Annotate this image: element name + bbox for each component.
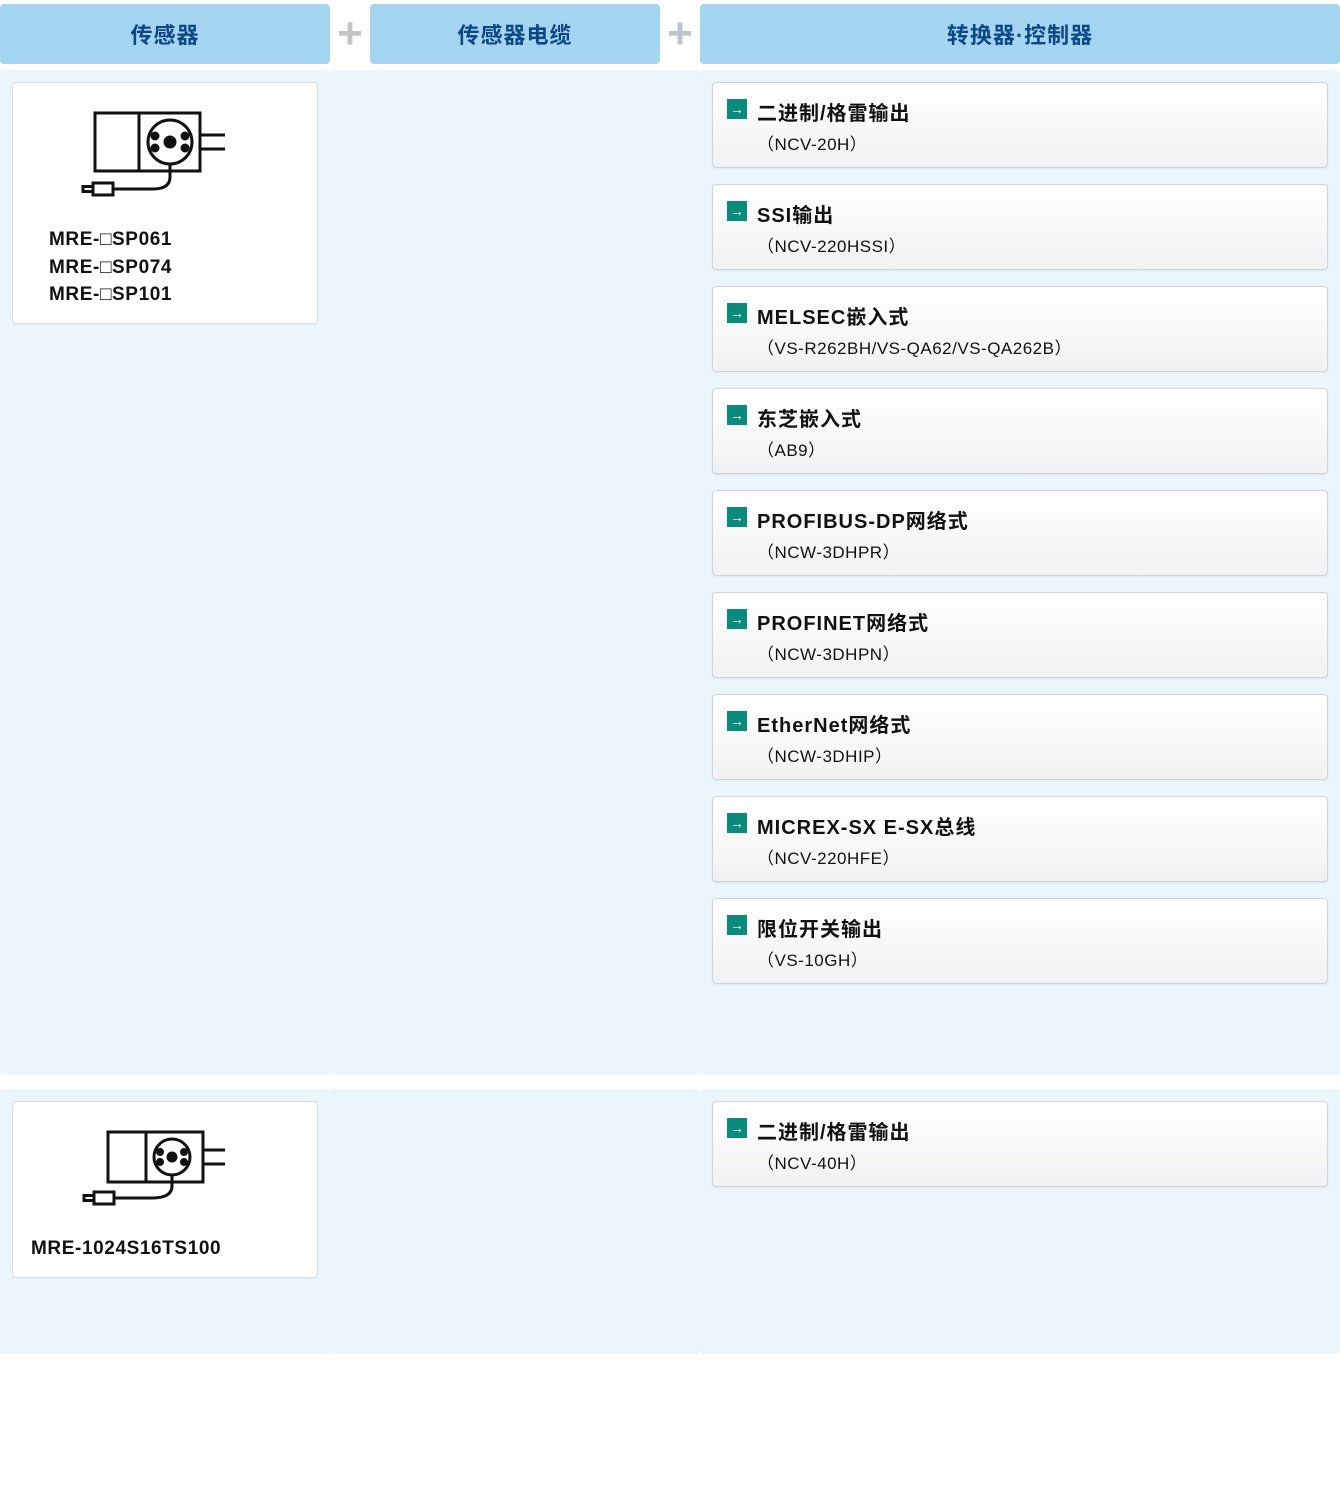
converter-subtitle: （NCV-220HSSI） <box>757 232 1315 257</box>
converter-title: 二进制/格雷输出 <box>757 1116 1315 1145</box>
plus-icon: + <box>660 9 700 59</box>
converter-item[interactable]: MELSEC嵌入式 （VS-R262BH/VS-QA62/VS-QA262B） <box>712 286 1328 372</box>
arrow-icon <box>727 303 747 323</box>
sensor-panel-1: MRE-□SP061 MRE-□SP074 MRE-□SP101 <box>0 70 330 1075</box>
converter-subtitle: （VS-10GH） <box>757 946 1315 971</box>
cable-panel-1 <box>330 70 700 1075</box>
cable-panel-2 <box>330 1089 700 1354</box>
converter-item[interactable]: PROFINET网络式 （NCW-3DHPN） <box>712 592 1328 678</box>
arrow-icon <box>727 201 747 221</box>
sensor-model-list: MRE-1024S16TS100 <box>27 1235 303 1263</box>
header-converter: 转换器·控制器 <box>700 4 1340 64</box>
converter-subtitle: （AB9） <box>757 436 1315 461</box>
converter-item[interactable]: 二进制/格雷输出 （NCV-40H） <box>712 1101 1328 1187</box>
arrow-icon <box>727 1118 747 1138</box>
converter-title: MELSEC嵌入式 <box>757 301 1315 330</box>
header-cable: 传感器电缆 <box>370 4 660 64</box>
converter-title: 东芝嵌入式 <box>757 403 1315 432</box>
converter-item[interactable]: 二进制/格雷输出 （NCV-20H） <box>712 82 1328 168</box>
header-sensor: 传感器 <box>0 4 330 64</box>
sensor-model-list: MRE-□SP061 MRE-□SP074 MRE-□SP101 <box>27 226 303 309</box>
converter-subtitle: （NCW-3DHPN） <box>757 640 1315 665</box>
arrow-icon <box>727 711 747 731</box>
converter-title: PROFIBUS-DP网络式 <box>757 505 1315 534</box>
converter-item[interactable]: MICREX-SX E-SX总线 （NCV-220HFE） <box>712 796 1328 882</box>
converter-title: PROFINET网络式 <box>757 607 1315 636</box>
arrow-icon <box>727 915 747 935</box>
sensor-panel-2: MRE-1024S16TS100 <box>0 1089 330 1354</box>
converter-item[interactable]: SSI输出 （NCV-220HSSI） <box>712 184 1328 270</box>
converter-title: SSI输出 <box>757 199 1315 228</box>
converter-subtitle: （NCW-3DHIP） <box>757 742 1315 767</box>
converter-item[interactable]: 东芝嵌入式 （AB9） <box>712 388 1328 474</box>
converter-subtitle: （NCV-20H） <box>757 130 1315 155</box>
converter-subtitle: （NCW-3DHPR） <box>757 538 1315 563</box>
arrow-icon <box>727 609 747 629</box>
converter-title: 限位开关输出 <box>757 913 1315 942</box>
converter-subtitle: （NCV-220HFE） <box>757 844 1315 869</box>
converter-panel-2: 二进制/格雷输出 （NCV-40H） <box>700 1089 1340 1354</box>
section-1: MRE-□SP061 MRE-□SP074 MRE-□SP101 二进制/格雷输… <box>0 70 1340 1075</box>
sensor-model: MRE-□SP074 <box>49 254 303 282</box>
sensor-model: MRE-1024S16TS100 <box>31 1235 303 1263</box>
converter-title: 二进制/格雷输出 <box>757 97 1315 126</box>
converter-title: MICREX-SX E-SX总线 <box>757 811 1315 840</box>
sensor-card-1: MRE-□SP061 MRE-□SP074 MRE-□SP101 <box>12 82 318 324</box>
converter-panel-1: 二进制/格雷输出 （NCV-20H） SSI输出 （NCV-220HSSI） MELSE… <box>700 70 1340 1075</box>
sensor-card-2: MRE-1024S16TS100 <box>12 1101 318 1278</box>
arrow-icon <box>727 507 747 527</box>
sensor-model: MRE-□SP061 <box>49 226 303 254</box>
arrow-icon <box>727 813 747 833</box>
encoder-illustration <box>27 101 303 216</box>
plus-icon: + <box>330 9 370 59</box>
converter-item[interactable]: EtherNet网络式 （NCW-3DHIP） <box>712 694 1328 780</box>
encoder-illustration <box>27 1120 303 1225</box>
sensor-model: MRE-□SP101 <box>49 281 303 309</box>
arrow-icon <box>727 99 747 119</box>
arrow-icon <box>727 405 747 425</box>
section-2: MRE-1024S16TS100 二进制/格雷输出 （NCV-40H） <box>0 1089 1340 1354</box>
converter-subtitle: （VS-R262BH/VS-QA62/VS-QA262B） <box>757 334 1315 359</box>
converter-item[interactable]: 限位开关输出 （VS-10GH） <box>712 898 1328 984</box>
converter-subtitle: （NCV-40H） <box>757 1149 1315 1174</box>
converter-title: EtherNet网络式 <box>757 709 1315 738</box>
column-headers: 传感器 + 传感器电缆 + 转换器·控制器 <box>0 4 1340 64</box>
converter-item[interactable]: PROFIBUS-DP网络式 （NCW-3DHPR） <box>712 490 1328 576</box>
